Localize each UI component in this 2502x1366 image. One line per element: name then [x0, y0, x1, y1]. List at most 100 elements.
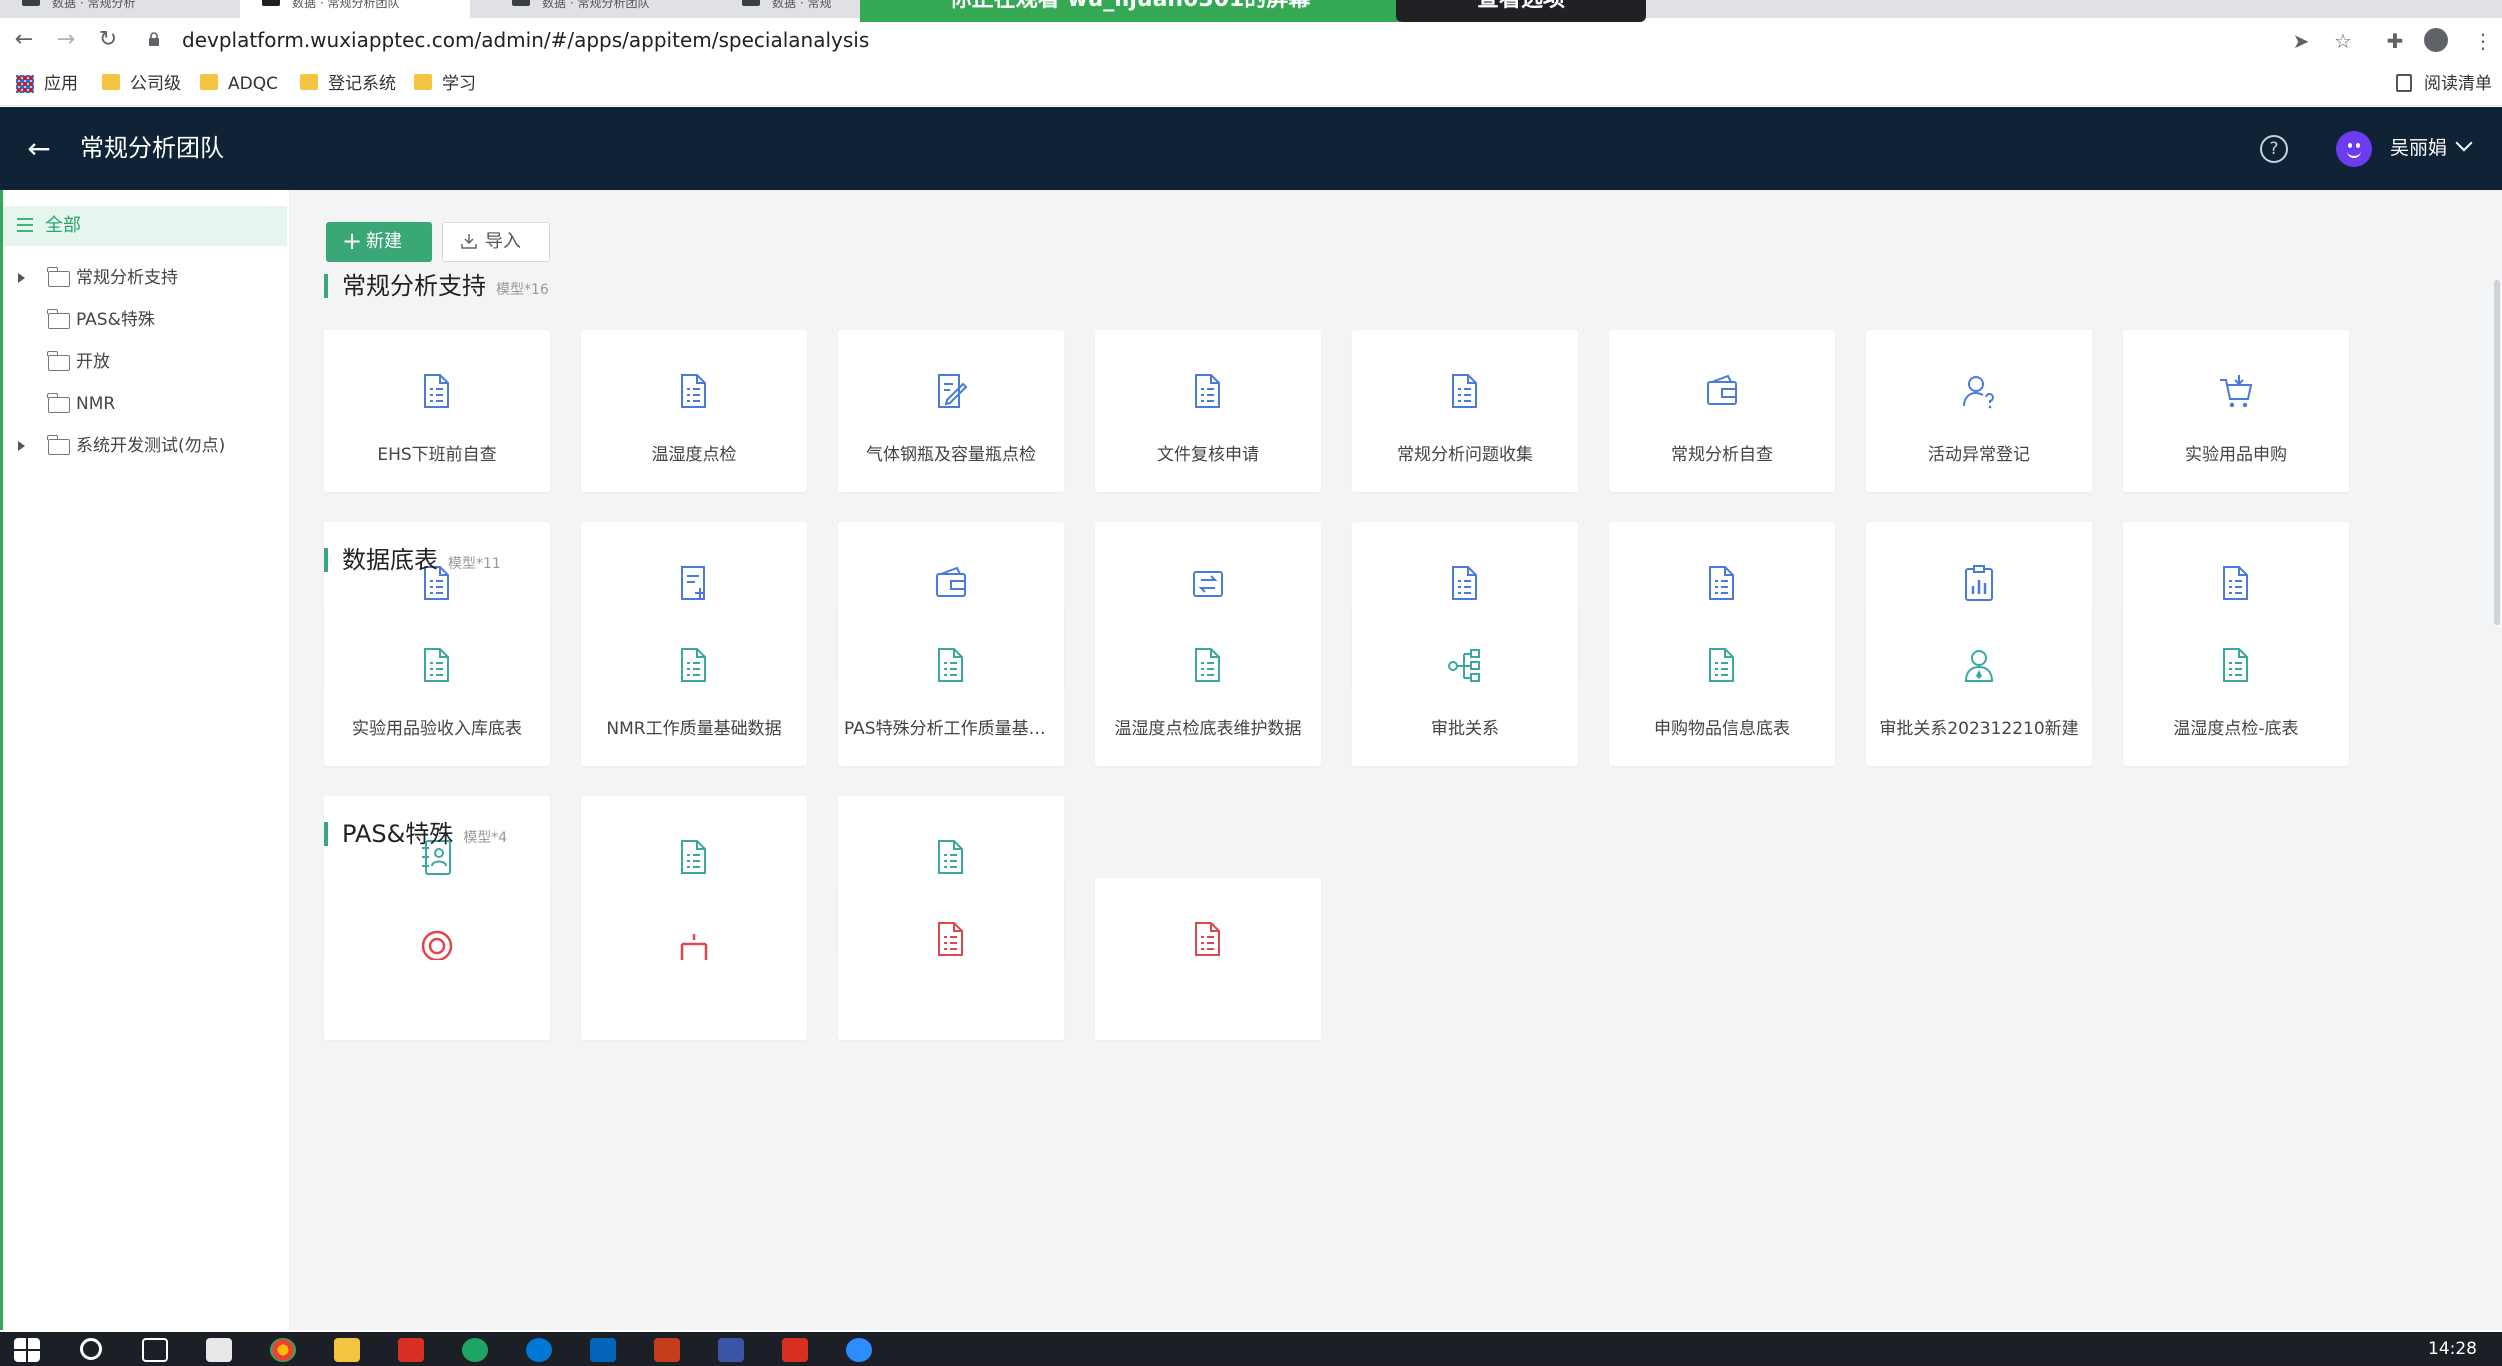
scrollbar-thumb[interactable] — [2494, 280, 2500, 625]
document-icon — [1709, 648, 1734, 682]
star-icon[interactable]: ☆ — [2330, 28, 2356, 54]
acrobat-icon[interactable] — [782, 1338, 808, 1362]
bookmark-folder[interactable]: 学习 — [414, 62, 476, 106]
app-card[interactable]: NMR工作质量基础数据 — [581, 604, 807, 766]
app-card-label: 气体钢瓶及容量瓶点检 — [866, 445, 1036, 465]
document-add-icon — [681, 566, 705, 600]
user-name[interactable]: 吴丽娟 — [2390, 107, 2447, 190]
visio-icon[interactable] — [718, 1338, 744, 1362]
caret-right-icon[interactable] — [18, 273, 25, 283]
bookmark-folder[interactable]: 登记系统 — [300, 62, 396, 106]
app-card[interactable] — [324, 878, 550, 1040]
document-icon — [1452, 566, 1477, 600]
section-title-text: 常规分析支持 — [342, 272, 486, 300]
app-card-label: 申购物品信息底表 — [1654, 719, 1790, 739]
sidebar-item-all[interactable]: 全部 — [3, 206, 287, 246]
app-card[interactable] — [838, 878, 1064, 1040]
app-card[interactable]: 实验用品验收入库底表 — [324, 604, 550, 766]
app-red-icon[interactable] — [398, 1338, 424, 1362]
back-arrow-icon[interactable]: ← — [22, 129, 56, 169]
profile-icon[interactable] — [2424, 28, 2448, 52]
main-content: 新建 导入 常规分析支持模型*16 EHS下班前自查 温湿度点检 气体钢瓶及容量瓶点检… — [290, 190, 2502, 1330]
page-title: 常规分析团队 — [80, 134, 224, 162]
sidebar-item-pas[interactable]: PAS&特殊 — [0, 300, 287, 340]
app-card[interactable]: 温湿度点检底表维护数据 — [1095, 604, 1321, 766]
sidebar-item-dev-test[interactable]: 系统开发测试(勿点) — [0, 426, 287, 466]
document-icon — [681, 374, 706, 408]
target-icon — [421, 930, 453, 960]
browser-tab-active[interactable]: 数据 · 常规分析团队 — [240, 0, 470, 18]
skype-icon[interactable] — [526, 1338, 552, 1362]
menu-kebab-icon[interactable]: ⋮ — [2470, 28, 2496, 54]
task-view-icon[interactable] — [142, 1338, 168, 1362]
sidebar-item-routine-support[interactable]: 常规分析支持 — [0, 258, 287, 298]
document-icon — [1452, 374, 1477, 408]
search-icon[interactable] — [80, 1338, 102, 1360]
app-card-label: 审批关系 — [1431, 719, 1499, 739]
app-header: ← 常规分析团队 ? 吴丽娟 — [0, 107, 2502, 190]
app-card-label: PAS特殊分析工作质量基础数据 — [844, 719, 1058, 739]
caret-right-icon[interactable] — [18, 441, 25, 451]
app-card[interactable]: PAS特殊分析工作质量基础数据 — [838, 604, 1064, 766]
user-question-icon — [1963, 376, 1994, 409]
document-icon — [424, 648, 449, 682]
app-card[interactable]: 温湿度点检 — [581, 330, 807, 492]
app-card[interactable]: EHS下班前自查 — [324, 330, 550, 492]
section-accent-bar — [324, 548, 328, 572]
send-icon[interactable]: ➤ — [2288, 28, 2314, 54]
document-icon — [1709, 566, 1734, 600]
sidebar-item-nmr[interactable]: NMR — [0, 384, 287, 424]
reading-list[interactable]: 阅读清单 — [2396, 62, 2492, 106]
chrome-icon[interactable] — [270, 1338, 296, 1362]
windows-start-icon[interactable] — [14, 1338, 40, 1362]
bookmark-folder[interactable]: ADQC — [200, 62, 278, 106]
screen-share-banner: 你正在观看 wu_lijuan0301的屏幕 — [860, 0, 1400, 22]
reload-icon[interactable]: ↻ — [92, 26, 124, 54]
app-card[interactable] — [1095, 878, 1321, 1040]
bookmark-folder[interactable]: 公司级 — [102, 62, 181, 106]
app-card[interactable]: 活动异常登记 — [1866, 330, 2092, 492]
import-button[interactable]: 导入 — [442, 222, 550, 262]
tab-favicon-icon — [262, 0, 280, 6]
new-button[interactable]: 新建 — [326, 221, 432, 262]
app-card[interactable]: 温湿度点检-底表 — [2123, 604, 2349, 766]
address-bar[interactable]: devplatform.wuxiapptec.com/admin/#/apps/… — [130, 23, 2270, 57]
app-card[interactable]: 申购物品信息底表 — [1609, 604, 1835, 766]
app-card-label: EHS下班前自查 — [377, 445, 497, 465]
forward-icon[interactable]: → — [50, 26, 82, 54]
browser-tab[interactable]: 数据 · 常规分析 — [0, 0, 230, 18]
app-card[interactable]: 审批关系202312210新建 — [1866, 604, 2092, 766]
app-card[interactable]: 审批关系 — [1352, 604, 1578, 766]
outlook-icon[interactable] — [590, 1338, 616, 1362]
url-text: devplatform.wuxiapptec.com/admin/#/apps/… — [182, 28, 870, 52]
avatar[interactable] — [2336, 131, 2372, 167]
document-icon — [1195, 374, 1220, 408]
chevron-down-icon[interactable] — [2455, 134, 2473, 152]
edge-icon[interactable] — [462, 1338, 488, 1362]
wallet-icon — [936, 566, 966, 597]
document-icon — [2223, 566, 2248, 600]
help-icon[interactable]: ? — [2260, 135, 2288, 163]
app-card[interactable]: 文件复核申请 — [1095, 330, 1321, 492]
file-explorer-icon[interactable] — [334, 1338, 360, 1362]
bookmark-apps[interactable]: 应用 — [16, 62, 78, 106]
extensions-icon[interactable]: ✚ — [2382, 28, 2408, 54]
document-icon — [938, 840, 963, 874]
wallet-icon — [1707, 374, 1737, 405]
home-icon — [680, 934, 708, 960]
app-card[interactable] — [581, 878, 807, 1040]
bookmarks-bar: 应用 公司级 ADQC 登记系统 学习 阅读清单 — [0, 62, 2502, 106]
view-options-button[interactable]: 查看选项 — [1396, 0, 1646, 22]
app-card[interactable]: 实验用品申购 — [2123, 330, 2349, 492]
sidebar-item-open[interactable]: 开放 — [0, 342, 287, 382]
powerpoint-icon[interactable] — [654, 1338, 680, 1362]
browser-tab[interactable]: 数据 · 常规分析团队 — [490, 0, 720, 18]
app-card[interactable]: 常规分析自查 — [1609, 330, 1835, 492]
store-icon[interactable] — [206, 1338, 232, 1362]
document-icon — [938, 648, 963, 682]
back-icon[interactable]: ← — [8, 26, 40, 54]
zoom-icon[interactable] — [846, 1338, 872, 1362]
app-card[interactable]: 气体钢瓶及容量瓶点检 — [838, 330, 1064, 492]
tab-favicon-icon — [512, 0, 530, 6]
app-card[interactable]: 常规分析问题收集 — [1352, 330, 1578, 492]
